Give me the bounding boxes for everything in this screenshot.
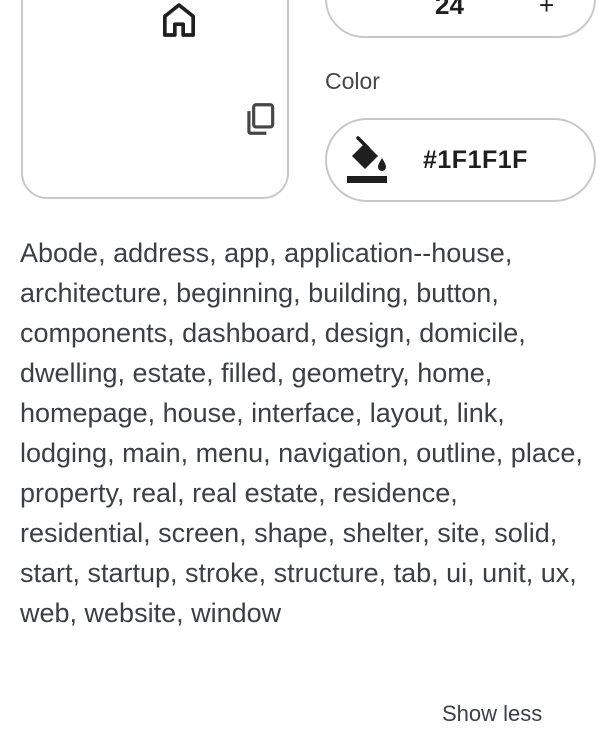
color-picker-field[interactable]: #1F1F1F [325,118,596,202]
icon-preview-card [21,0,289,199]
color-label: Color [325,68,380,94]
show-less-button[interactable]: Show less [442,701,542,727]
home-icon [163,3,196,37]
paint-bucket-icon [347,136,387,183]
copy-icon[interactable] [241,100,279,138]
color-hex-value: #1F1F1F [423,146,528,174]
size-stepper[interactable]: 24 + [325,0,596,38]
size-value: 24 [435,0,464,20]
color-swatch-bar [347,176,387,183]
icon-tags-list: Abode, address, app, application--house,… [20,238,583,628]
size-increase-button[interactable]: + [539,0,554,21]
